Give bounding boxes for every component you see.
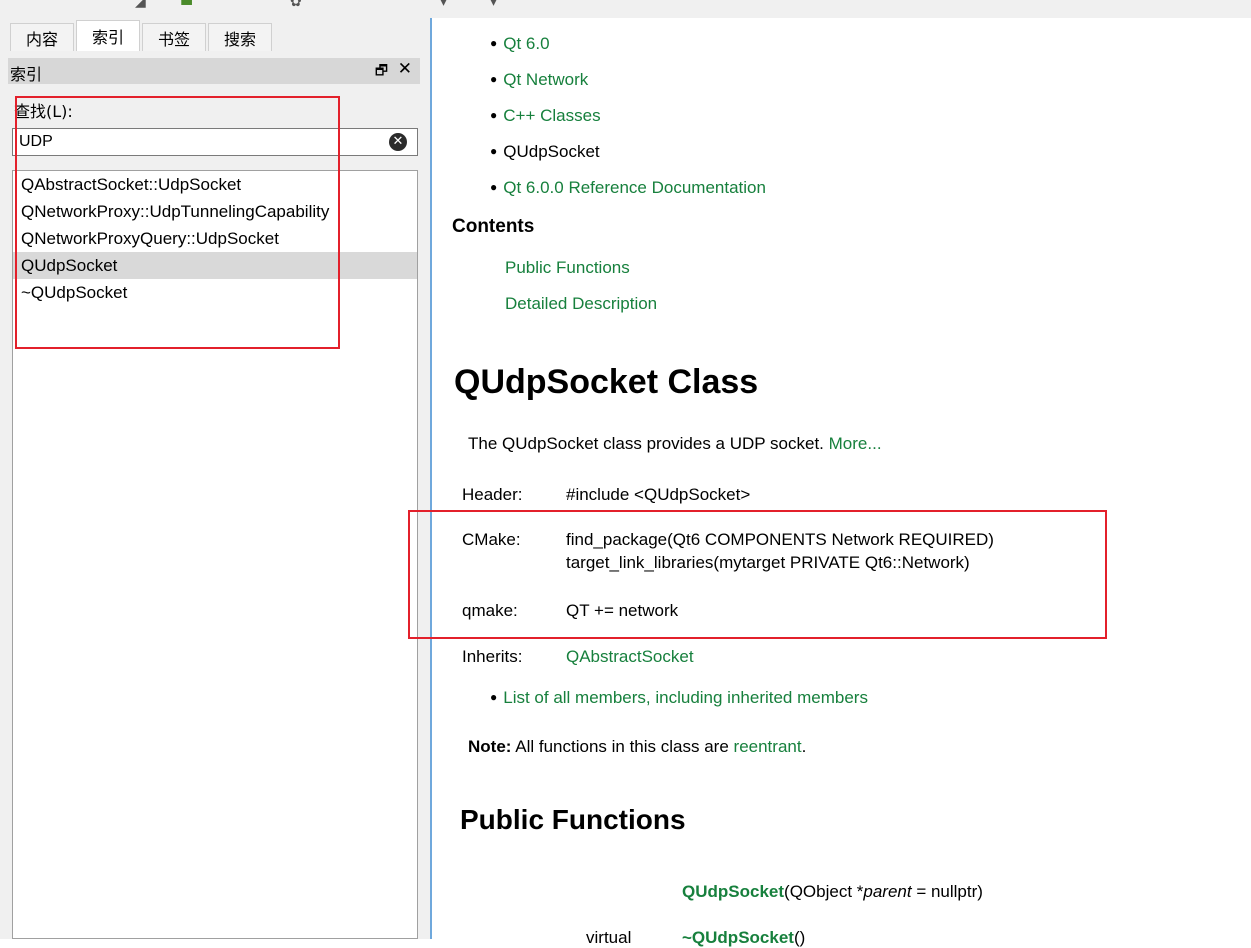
function-row-destructor: virtual: [586, 928, 631, 948]
breadcrumb-item[interactable]: ● Qt Network: [490, 70, 588, 90]
breadcrumb-link[interactable]: Qt 6.0.0 Reference Documentation: [503, 178, 766, 197]
list-item-selected[interactable]: QUdpSocket: [13, 252, 417, 279]
more-link[interactable]: More...: [829, 434, 882, 453]
list-item[interactable]: QNetworkProxy::UdpTunnelingCapability: [13, 198, 417, 225]
all-members-item[interactable]: ● List of all members, including inherite…: [490, 688, 868, 708]
info-key: Header:: [462, 485, 523, 504]
info-value: find_package(Qt6 COMPONENTS Network REQU…: [566, 530, 994, 549]
note-text: All functions in this class are: [515, 737, 729, 756]
toc-link-public-functions[interactable]: Public Functions: [505, 258, 630, 278]
function-args: (): [793, 928, 806, 947]
toc-link-detailed-description[interactable]: Detailed Description: [505, 294, 657, 314]
info-key: CMake:: [462, 530, 521, 549]
toolbar-icon[interactable]: ◢: [135, 0, 146, 10]
search-field[interactable]: ✕: [12, 128, 418, 156]
find-label: 查找(L):: [14, 102, 73, 121]
breadcrumb-item[interactable]: ● Qt 6.0: [490, 34, 550, 54]
dock-title-bar: 索引 🗗 ✕: [8, 58, 420, 84]
function-param: parent: [863, 882, 912, 901]
breadcrumb-current: QUdpSocket: [503, 142, 600, 161]
info-value: QT += network: [566, 601, 679, 620]
close-icon[interactable]: ✕: [398, 59, 412, 79]
list-item[interactable]: ~QUdpSocket: [13, 279, 417, 306]
info-value: #include <QUdpSocket>: [566, 485, 751, 504]
tab-search[interactable]: 搜索: [208, 23, 272, 51]
function-args: (QObject *: [784, 882, 864, 901]
breadcrumb-link[interactable]: Qt 6.0: [503, 34, 549, 53]
toolbar-icon[interactable]: ▾: [490, 0, 497, 10]
note-label: Note:: [468, 737, 512, 756]
search-input[interactable]: [19, 133, 379, 151]
breadcrumb-link[interactable]: Qt Network: [503, 70, 588, 89]
tab-index[interactable]: 索引: [76, 20, 140, 51]
breadcrumb-item[interactable]: ● C++ Classes: [490, 106, 601, 126]
function-row-constructor: QUdpSocket(QObject *parent = nullptr): [682, 882, 983, 902]
section-title-public-functions: Public Functions: [460, 804, 686, 835]
float-window-icon[interactable]: 🗗: [375, 60, 388, 84]
clear-input-icon[interactable]: ✕: [389, 133, 407, 151]
info-key: Inherits:: [462, 647, 523, 666]
tab-bookmarks[interactable]: 书签: [142, 23, 206, 51]
contents-heading: Contents: [452, 216, 535, 237]
function-link[interactable]: QUdpSocket: [682, 882, 784, 901]
function-link[interactable]: ~QUdpSocket: [682, 928, 794, 947]
brief-text: The QUdpSocket class provides a UDP sock…: [468, 434, 824, 453]
info-value: target_link_libraries(mytarget PRIVATE Q…: [566, 553, 970, 572]
inherits-link[interactable]: QAbstractSocket: [566, 647, 694, 667]
list-item[interactable]: QAbstractSocket::UdpSocket: [13, 171, 417, 198]
function-prefix: virtual: [586, 928, 632, 947]
toolbar-icon[interactable]: ▬: [180, 0, 193, 10]
documentation-content: ● Qt 6.0 ● Qt Network ● C++ Classes ● QUdpSo…: [432, 18, 1251, 947]
note-end: .: [801, 737, 807, 756]
function-row-destructor-name: ~QUdpSocket(): [682, 928, 805, 948]
toolbar-icon[interactable]: ✿: [290, 0, 302, 10]
function-args: = nullptr): [911, 882, 983, 901]
index-result-list[interactable]: QAbstractSocket::UdpSocket QNetworkProxy…: [12, 170, 418, 939]
all-members-link[interactable]: List of all members, including inherited…: [503, 688, 868, 707]
tab-contents[interactable]: 内容: [10, 23, 74, 51]
breadcrumb-item: ● QUdpSocket: [490, 142, 600, 161]
brief-description: The QUdpSocket class provides a UDP sock…: [468, 434, 882, 454]
toolbar-icon[interactable]: ▾: [440, 0, 447, 10]
toolbar: ◢ ▬ ✿ ▾ ▾: [0, 0, 1251, 18]
info-key: qmake:: [462, 601, 518, 620]
dock-title: 索引: [10, 65, 43, 84]
breadcrumb-link[interactable]: C++ Classes: [503, 106, 600, 125]
reentrant-link[interactable]: reentrant: [734, 737, 802, 756]
breadcrumb-item[interactable]: ● Qt 6.0.0 Reference Documentation: [490, 178, 766, 198]
index-pane: 内容 索引 书签 搜索 索引 🗗 ✕ 查找(L): ✕ QAbstractSoc…: [0, 18, 430, 939]
note: Note: All functions in this class are re…: [468, 737, 806, 757]
page-title: QUdpSocket Class: [454, 363, 759, 401]
list-item[interactable]: QNetworkProxyQuery::UdpSocket: [13, 225, 417, 252]
tab-bar: 内容 索引 书签 搜索: [10, 20, 274, 53]
